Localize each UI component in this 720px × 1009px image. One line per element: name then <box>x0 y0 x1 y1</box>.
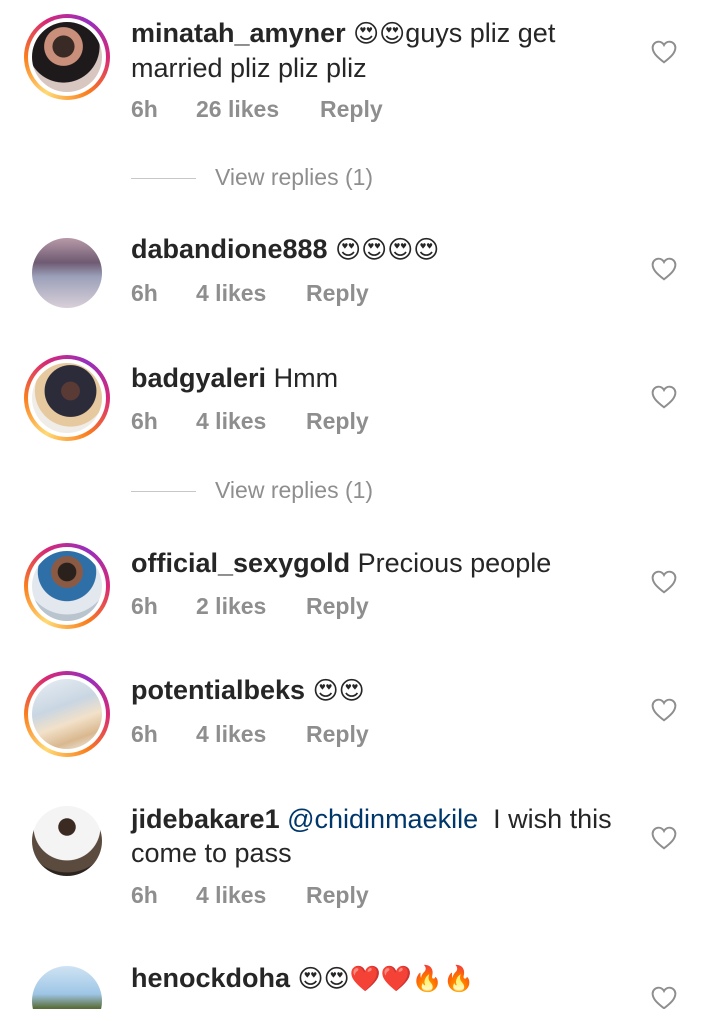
avatar-story-ring[interactable] <box>24 671 110 757</box>
avatar-story-ring[interactable] <box>24 355 110 441</box>
divider-line <box>131 491 196 492</box>
comment-username[interactable]: henockdoha <box>131 963 290 993</box>
heart-outline-icon[interactable] <box>651 570 677 594</box>
comment-likes[interactable]: 4 likes <box>196 408 266 435</box>
comment-time: 6h <box>131 280 158 306</box>
heart-outline-icon[interactable] <box>651 385 677 409</box>
reply-button[interactable]: Reply <box>306 408 369 435</box>
avatar[interactable] <box>32 551 102 621</box>
emoji-heart-eyes: 😍😍 <box>353 20 406 48</box>
comment-username[interactable]: potentialbeks <box>131 675 305 705</box>
avatar[interactable] <box>32 238 102 308</box>
avatar-story-ring[interactable] <box>24 14 110 100</box>
avatar[interactable] <box>32 966 102 1009</box>
heart-outline-icon[interactable] <box>651 698 677 722</box>
comment-time: 6h <box>131 882 158 908</box>
reply-button[interactable]: Reply <box>306 721 369 748</box>
avatar[interactable] <box>32 22 102 92</box>
heart-outline-icon[interactable] <box>651 826 677 850</box>
comment-text: Precious people <box>357 548 552 578</box>
comment-time: 6h <box>131 408 158 434</box>
comment-time: 6h <box>131 593 158 619</box>
reply-button[interactable]: Reply <box>320 96 383 123</box>
heart-outline-icon[interactable] <box>651 40 677 64</box>
comment-likes[interactable]: 4 likes <box>196 721 266 748</box>
reply-button[interactable]: Reply <box>306 280 369 307</box>
comment-username[interactable]: official_sexygold <box>131 548 350 578</box>
reply-button[interactable]: Reply <box>306 882 369 909</box>
comment-text: Hmm <box>273 363 339 393</box>
avatar-container[interactable] <box>24 800 110 886</box>
emoji-heart-eyes: 😍😍😍😍 <box>335 236 440 264</box>
comment-username[interactable]: minatah_amyner <box>131 18 346 48</box>
avatar-story-ring[interactable] <box>24 543 110 629</box>
view-replies-label[interactable]: View replies (1) <box>215 477 373 504</box>
heart-outline-icon[interactable] <box>651 257 677 281</box>
comment-time: 6h <box>131 721 158 747</box>
comment-time: 6h <box>131 96 158 122</box>
comment-likes[interactable]: 2 likes <box>196 593 266 620</box>
avatar-container[interactable] <box>24 960 110 1009</box>
view-replies-label[interactable]: View replies (1) <box>215 164 373 191</box>
avatar-container[interactable] <box>24 232 110 318</box>
comment-username[interactable]: dabandione888 <box>131 234 328 264</box>
divider-line <box>131 178 196 179</box>
avatar[interactable] <box>32 806 102 876</box>
comment-mention-link[interactable]: @chidinmaekile <box>287 804 478 834</box>
comment-likes[interactable]: 4 likes <box>196 882 266 909</box>
comment-likes[interactable]: 4 likes <box>196 280 266 307</box>
comment-username[interactable]: jidebakare1 <box>131 804 280 834</box>
reply-button[interactable]: Reply <box>306 593 369 620</box>
comment-username[interactable]: badgyaleri <box>131 363 266 393</box>
heart-outline-icon[interactable] <box>651 986 677 1009</box>
emoji-reactions: 😍😍❤️❤️🔥🔥 <box>297 965 475 993</box>
emoji-heart-eyes: 😍😍 <box>312 677 365 705</box>
avatar[interactable] <box>32 363 102 433</box>
comment-likes[interactable]: 26 likes <box>196 96 279 123</box>
avatar[interactable] <box>32 679 102 749</box>
comments-list: minatah_amyner 😍😍guys pliz get married p… <box>0 0 720 1009</box>
